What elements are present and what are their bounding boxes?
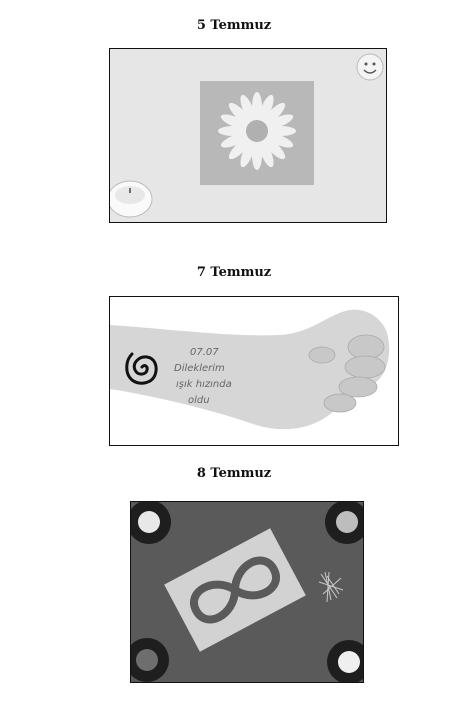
date-heading-1: 5 Temmuz [196,18,272,33]
smiley-icon [356,53,384,81]
arm-text-line-3: ışık hızında [176,379,232,390]
arm-text-line-4: oldu [188,395,210,406]
arm-text-line-1: 07.07 [190,347,219,358]
date-heading-3: 8 Temmuz [196,466,272,481]
candle-icon [110,180,153,218]
daisy-icon [218,92,296,170]
photo-infinity [130,501,364,683]
date-heading-2: 7 Temmuz [196,265,272,280]
photo-arm: 07.07 Dileklerim ışık hızında oldu [109,296,399,446]
arm-text-line-2: Dileklerim [174,363,225,374]
photo-daisy [109,48,387,223]
